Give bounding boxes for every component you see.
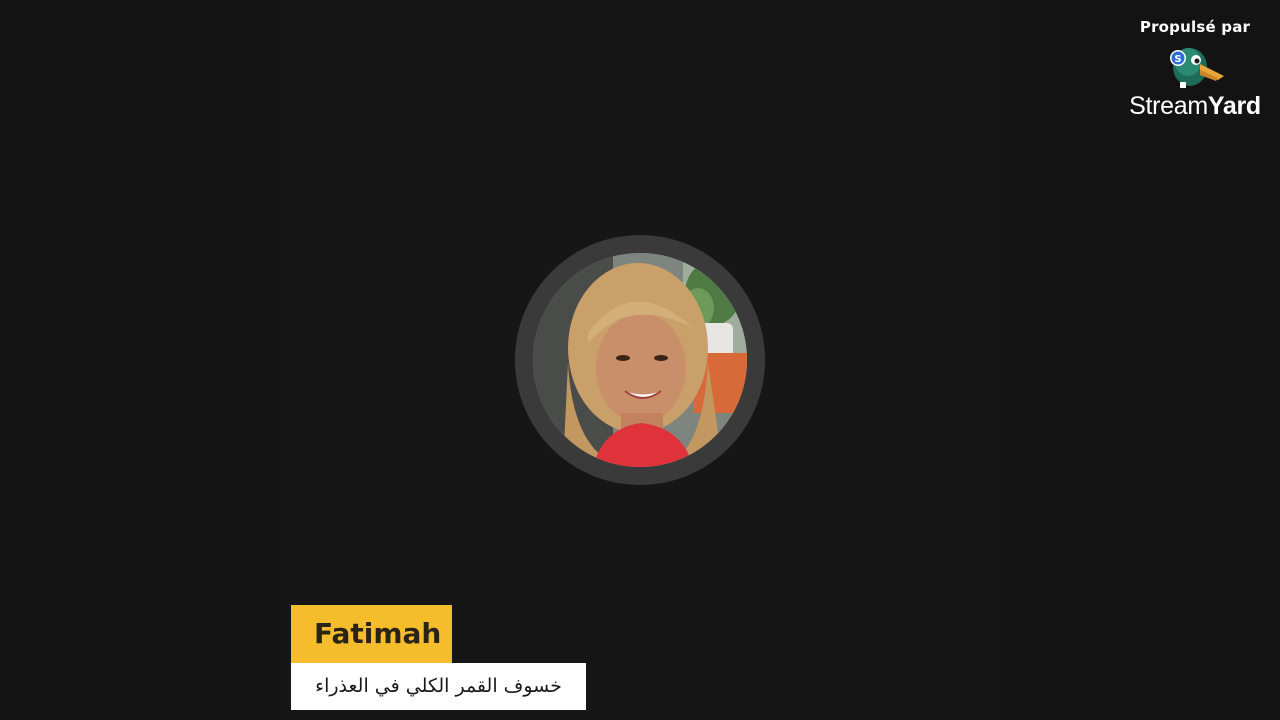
participant-avatar (533, 253, 747, 467)
stream-stage: Propulsé par S StreamYard Fatimah خسوف ا… (0, 0, 1280, 720)
brand-part2: Yard (1207, 92, 1261, 120)
streamyard-wordmark: StreamYard (1124, 92, 1266, 120)
brand-part1: Stream (1129, 92, 1208, 120)
svg-text:S: S (1174, 54, 1181, 65)
streamyard-duck-icon: S (1170, 48, 1224, 88)
streamyard-branding: Propulsé par S StreamYard (1124, 18, 1266, 120)
participant-subtitle: خسوف القمر الكلي في العذراء (291, 663, 586, 710)
powered-by-label: Propulsé par (1139, 18, 1251, 36)
participant-name-tag: Fatimah (291, 605, 452, 663)
